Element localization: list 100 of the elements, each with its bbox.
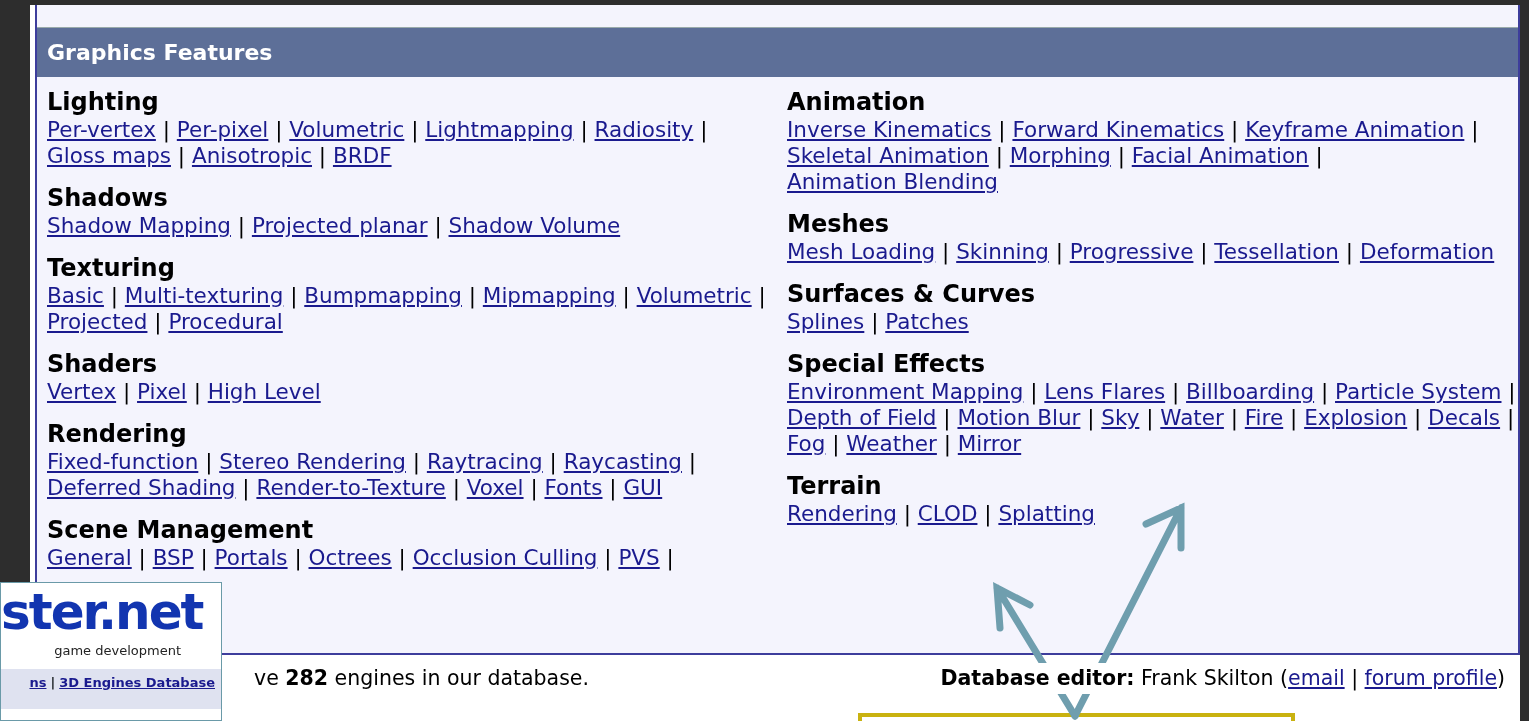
feature-link[interactable]: Raycasting [563,449,682,474]
section-heading: Shadows [47,183,169,213]
separator: | [398,545,406,570]
feature-link[interactable]: Volumetric [289,117,405,142]
feature-link[interactable]: GUI [623,475,663,500]
feature-link[interactable]: Fog [787,431,826,456]
feature-link[interactable]: Tessellation [1214,239,1339,264]
feature-link[interactable]: Morphing [1009,143,1111,168]
separator: | [1471,117,1479,142]
feature-link[interactable]: BSP [152,545,194,570]
feature-link[interactable]: Rendering [787,501,897,526]
feature-link[interactable]: BRDF [332,143,392,168]
separator: | [162,117,170,142]
feature-link[interactable]: Per-vertex [47,117,156,142]
feature-link[interactable]: Bumpmapping [304,283,462,308]
feature-link[interactable]: General [47,545,132,570]
separator: | [434,213,442,238]
separator: | [609,475,617,500]
feature-link[interactable]: Facial Animation [1131,143,1309,168]
nav-link[interactable]: ns [29,672,47,705]
separator: | [122,379,131,404]
feature-link[interactable]: Mesh Loading [787,239,936,264]
feature-link[interactable]: Deformation [1359,239,1495,264]
feature-link[interactable]: Lightmapping [425,117,574,142]
separator: | [1290,405,1298,430]
feature-link[interactable]: Procedural [168,309,283,334]
feature-link[interactable]: Skinning [956,239,1049,264]
feature-link[interactable]: Keyframe Animation [1245,117,1465,142]
feature-link[interactable]: Raytracing [426,449,543,474]
feature-link[interactable]: Portals [214,545,288,570]
editor-credit: Database editor: Frank Skilton (email | forum profile) [940,663,1505,694]
separator: | [452,475,460,500]
feature-link[interactable]: Stereo Rendering [219,449,406,474]
feature-link[interactable]: Environment Mapping [787,379,1024,404]
feature-link[interactable]: Forward Kinematics [1012,117,1225,142]
separator: | [530,475,538,500]
feature-link[interactable]: Volumetric [636,283,752,308]
feature-link[interactable]: Splatting [998,501,1095,526]
feature-link[interactable]: Pixel [137,379,187,404]
feature-link[interactable]: Explosion [1304,405,1408,430]
feature-link[interactable]: Projected [47,309,148,334]
feature-link[interactable]: Fonts [544,475,603,500]
separator: | [290,283,298,308]
feature-link[interactable]: Sky [1101,405,1140,430]
feature-link[interactable]: Deferred Shading [47,475,236,500]
feature-link[interactable]: Motion Blur [957,405,1081,430]
separator: | [995,143,1003,168]
feature-link[interactable]: Decals [1428,405,1501,430]
feature-link[interactable]: Basic [47,283,104,308]
separator: | [237,213,246,238]
feature-link[interactable]: CLOD [917,501,978,526]
feature-link[interactable]: Mipmapping [482,283,616,308]
feature-link[interactable]: Voxel [466,475,524,500]
feature-link[interactable]: Billboarding [1186,379,1315,404]
separator: | [1320,379,1329,404]
feature-link[interactable]: Inverse Kinematics [787,117,992,142]
feature-link[interactable]: Anisotropic [191,143,312,168]
feature-link[interactable]: Radiosity [594,117,694,142]
feature-link[interactable]: Shadow Volume [448,213,621,238]
separator: | [1055,239,1063,264]
feature-link[interactable]: Projected planar [251,213,428,238]
feature-link[interactable]: Weather [846,431,937,456]
editor-link[interactable]: forum profile [1364,666,1497,690]
feature-link[interactable]: Multi-texturing [124,283,284,308]
feature-link[interactable]: Gloss maps [47,143,171,168]
separator: | [1087,405,1095,430]
feature-link[interactable]: Fire [1244,405,1284,430]
separator: | [758,283,766,308]
section-heading: Meshes [787,209,891,239]
feature-link[interactable]: Water [1160,405,1224,430]
separator: | [1230,405,1238,430]
feature-link[interactable]: Particle System [1335,379,1502,404]
feature-link[interactable]: Mirror [957,431,1022,456]
feature-link[interactable]: Progressive [1069,239,1194,264]
editor-link[interactable]: email [1288,666,1345,690]
separator: | [832,431,840,456]
feature-link[interactable]: Lens Flares [1044,379,1166,404]
logo-tagline: game development [53,642,182,660]
separator: | [411,117,419,142]
section-heading: Shaders [47,349,159,379]
feature-link[interactable]: Depth of Field [787,405,937,430]
feature-link[interactable]: Animation Blending [787,169,998,194]
feature-link[interactable]: Patches [885,309,969,334]
feature-link[interactable]: PVS [618,545,660,570]
feature-link[interactable]: Render-to-Texture [256,475,446,500]
separator: | [998,117,1006,142]
feature-link[interactable]: Vertex [47,379,117,404]
section-heading: Special Effects [787,349,987,379]
feature-link[interactable]: Occlusion Culling [412,545,598,570]
separator: | [138,545,146,570]
feature-link[interactable]: Fixed-function [47,449,199,474]
feature-link[interactable]: Splines [787,309,865,334]
feature-link[interactable]: Per-pixel [176,117,269,142]
feature-link[interactable]: Shadow Mapping [47,213,231,238]
feature-link[interactable]: High Level [207,379,321,404]
nav-link[interactable]: 3D Engines Database [59,672,215,705]
separator: | [200,545,208,570]
feature-link[interactable]: Octrees [308,545,392,570]
separator: | [177,143,186,168]
feature-link[interactable]: Skeletal Animation [787,143,989,168]
